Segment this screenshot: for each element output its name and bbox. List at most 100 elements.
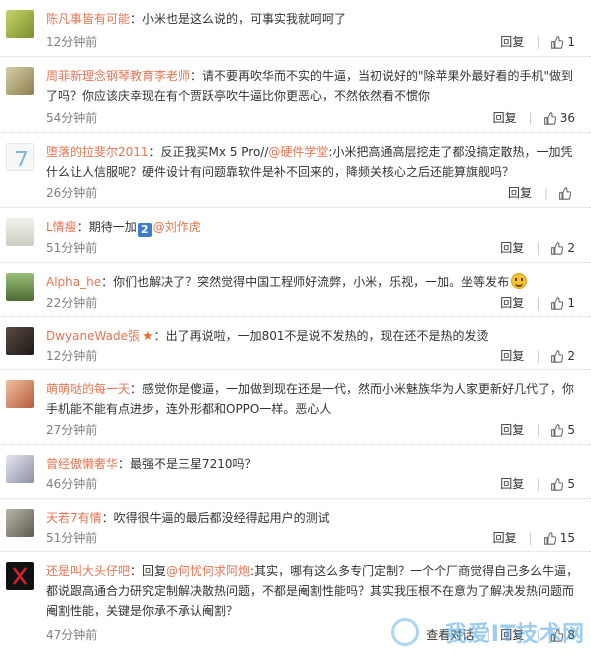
avatar[interactable] (6, 327, 34, 355)
comment-time: 47分钟前 (46, 628, 98, 642)
reply-button[interactable]: 回复 (500, 476, 524, 492)
reply-button[interactable]: 回复 (500, 348, 524, 364)
commenter-name[interactable]: Alpha_he (46, 275, 101, 289)
comment-item: 堕落的拉斐尔2011：反正我买Mx 5 Pro//@硬件学堂:小米把高通高层挖走… (0, 133, 591, 208)
reply-button[interactable]: 回复 (493, 530, 517, 546)
divider: | (536, 241, 541, 255)
like-count: 5 (567, 423, 575, 437)
reply-button[interactable]: 回复 (500, 240, 524, 256)
comment-text: ：出了再说啦，一加801不是说不发热的，现在还不是热的发烫 (153, 329, 489, 343)
like-button[interactable] (558, 186, 575, 200)
comment-item: 天若7有情：吹得很牛逼的最后都没经得起用户的测试 51分钟前 回复 | 15 (0, 499, 591, 552)
avatar-logo-icon (13, 567, 27, 585)
comment-time: 46分钟前 (46, 477, 98, 491)
divider: | (536, 349, 541, 363)
divider: | (528, 531, 533, 545)
comment-text: ：期待一加 (76, 220, 137, 234)
reply-button[interactable]: 回复 (500, 34, 524, 50)
thumbs-up-icon (551, 423, 564, 437)
comment-time: 22分钟前 (46, 296, 98, 310)
commenter-name[interactable]: 曾经傲懒奢华 (46, 457, 118, 471)
avatar[interactable] (6, 509, 34, 537)
like-count: 2 (567, 241, 575, 255)
like-count: 1 (567, 296, 575, 310)
smile-emoji-icon (511, 273, 528, 289)
reply-button[interactable]: 回复 (500, 422, 524, 438)
thumbs-up-icon (551, 35, 564, 49)
comment-time: 51分钟前 (46, 241, 98, 255)
divider: | (536, 35, 541, 49)
like-button[interactable]: 5 (550, 422, 575, 438)
commenter-name[interactable]: 堕落的拉斐尔2011 (46, 145, 149, 159)
reply-button[interactable]: 回复 (508, 185, 532, 201)
commenter-name[interactable]: DwyaneWade張 (46, 329, 140, 343)
avatar[interactable] (6, 67, 34, 95)
avatar[interactable] (6, 562, 34, 590)
comment-item: DwyaneWade張 ★：出了再说啦，一加801不是说不发热的，现在还不是热的发… (0, 317, 591, 370)
commenter-name[interactable]: 陈凡事皆有可能 (46, 12, 130, 26)
like-button[interactable]: 2 (550, 348, 575, 364)
avatar[interactable] (6, 218, 34, 246)
reply-button[interactable]: 回复 (493, 110, 517, 126)
commenter-name[interactable]: 天若7有情 (46, 511, 102, 525)
comment-item: 萌萌哒的每一天：感觉你是傻逼，一加做到现在还是一代，然而小米魅族华为人家更新好几… (0, 370, 591, 445)
commenter-name[interactable]: 萌萌哒的每一天 (46, 382, 130, 396)
like-button[interactable]: 1 (550, 34, 575, 50)
thumbs-up-icon (551, 349, 564, 363)
comment-time: 54分钟前 (46, 111, 98, 125)
like-count: 15 (559, 531, 575, 545)
like-button[interactable]: 36 (543, 110, 575, 126)
watermark-logo-icon (391, 618, 419, 646)
comment-time: 12分钟前 (46, 349, 98, 363)
reply-button[interactable]: 回复 (500, 295, 524, 311)
avatar[interactable] (6, 10, 34, 38)
divider: | (536, 477, 541, 491)
comment-item: 陈凡事皆有可能：小米也是这么说的，可事实我就呵呵了 12分钟前 回复 | 1 (0, 0, 591, 57)
comment-item: 周菲新理念钢琴教育李老师：请不要再吹华而不实的牛逼，当初说好的"除苹果外最好看的… (0, 57, 591, 133)
mention-link[interactable]: @何忧何求阿炮 (166, 564, 250, 578)
thumbs-up-icon (543, 111, 556, 125)
commenter-name[interactable]: 还是叫大头仔吧 (46, 564, 130, 578)
like-count: 36 (559, 111, 575, 125)
comment-time: 26分钟前 (46, 186, 98, 200)
like-button[interactable]: 2 (550, 240, 575, 256)
avatar-glyph-icon (16, 151, 28, 167)
number-badge: 2 (137, 223, 152, 237)
thumbs-up-icon (559, 186, 571, 200)
comment-item: Alpha_he：你们也解决了？突然觉得中国工程师好流弊，小米，乐视，一加。坐等… (0, 263, 591, 317)
like-count: 5 (567, 477, 575, 491)
like-count: 2 (567, 349, 575, 363)
comment-list: 陈凡事皆有可能：小米也是这么说的，可事实我就呵呵了 12分钟前 回复 | 1 周… (0, 0, 591, 654)
divider: | (536, 423, 541, 437)
comment-time: 27分钟前 (46, 423, 98, 437)
commenter-name[interactable]: 周菲新理念钢琴教育李老师 (46, 69, 190, 83)
like-button[interactable]: 15 (543, 530, 575, 546)
thumbs-up-icon (551, 477, 564, 491)
comment-item: 曾经傲懒奢华：最强不是三星7210吗？ 46分钟前 回复 | 5 (0, 445, 591, 499)
comment-text: ：你们也解决了？突然觉得中国工程师好流弊，小米，乐视，一加。坐等发布 (101, 275, 510, 289)
avatar[interactable] (6, 380, 34, 408)
thumbs-up-icon (551, 296, 564, 310)
comment-time: 12分钟前 (46, 35, 98, 49)
like-button[interactable]: 5 (550, 476, 575, 492)
comment-text: ：反正我买Mx 5 Pro// (148, 145, 269, 159)
like-button[interactable]: 1 (550, 295, 575, 311)
avatar[interactable] (6, 273, 34, 301)
mention-link[interactable]: @硬件学堂 (268, 145, 328, 159)
mention-link[interactable]: @刘作虎 (153, 220, 201, 234)
avatar[interactable] (6, 143, 34, 171)
comment-text: ：吹得很牛逼的最后都没经得起用户的测试 (101, 511, 330, 525)
divider: | (536, 296, 541, 310)
commenter-name[interactable]: L情瘦 (46, 220, 77, 234)
like-count: 1 (567, 35, 575, 49)
divider: | (543, 186, 548, 200)
watermark-text: 我爱IT技术网 (444, 622, 585, 647)
comment-time: 51分钟前 (46, 531, 98, 545)
comment-item: L情瘦：期待一加 2 @刘作虎 51分钟前 回复 | 2 (0, 208, 591, 263)
avatar[interactable] (6, 455, 34, 483)
comment-text: ：最强不是三星7210吗？ (118, 457, 257, 471)
thumbs-up-icon (543, 531, 556, 545)
thumbs-up-icon (551, 241, 564, 255)
star-badge-icon: ★ (141, 329, 154, 344)
comment-text: ：小米也是这么说的，可事实我就呵呵了 (130, 12, 347, 26)
